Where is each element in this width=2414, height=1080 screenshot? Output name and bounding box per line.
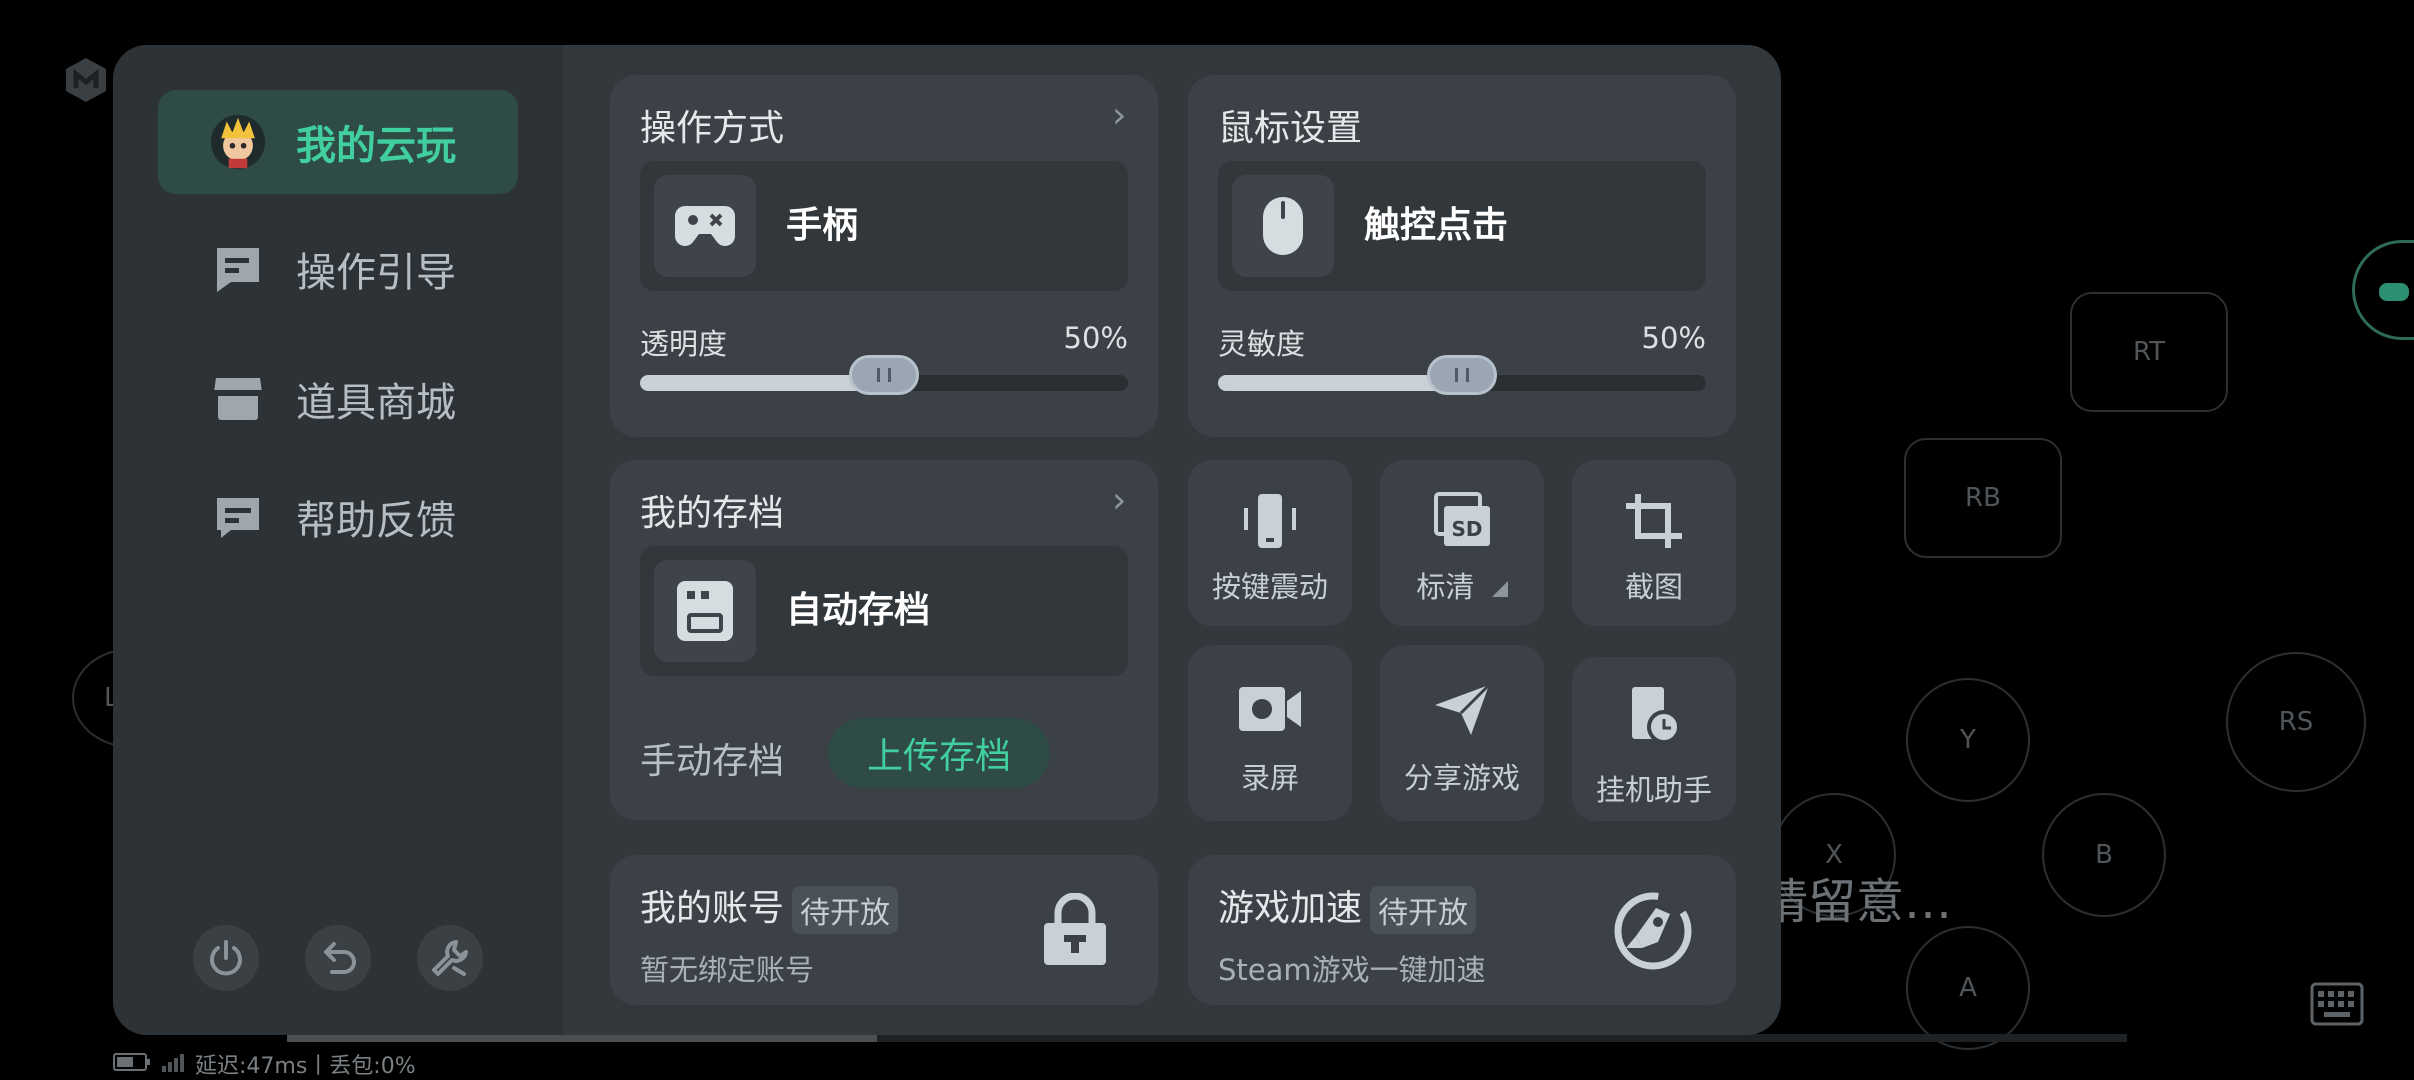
undo-icon[interactable]: [305, 925, 371, 991]
upload-save-button[interactable]: 上传存档: [828, 718, 1050, 788]
floating-gamepad-icon[interactable]: [2352, 240, 2414, 340]
idle-assistant-tile[interactable]: 挂机助手: [1572, 657, 1736, 821]
share-send-icon: [1433, 683, 1491, 737]
boost-title-row: 游戏加速 待开放: [1218, 879, 1477, 934]
tile-label: 标清: [1380, 564, 1544, 606]
tile-label: 录屏: [1240, 761, 1299, 795]
svg-text:SD: SD: [1451, 517, 1482, 541]
slider-fill: [640, 375, 884, 391]
auto-save-item[interactable]: 自动存档: [640, 546, 1128, 676]
progress-bar: [287, 1034, 2127, 1042]
gamepad-icon: [654, 175, 756, 277]
control-method-card: 操作方式 › 手柄 透明度 50%: [610, 75, 1158, 437]
gamepad-rb-button[interactable]: RB: [1904, 438, 2062, 558]
screen-record-tile[interactable]: 录屏: [1188, 645, 1352, 821]
coming-soon-badge: 待开放: [1370, 886, 1477, 934]
crop-icon: [1624, 492, 1684, 550]
slider-fill: [1218, 375, 1462, 391]
idle-assistant-icon: [1626, 685, 1682, 745]
keyboard-icon[interactable]: [2310, 982, 2364, 1026]
dropdown-corner-icon: [1491, 581, 1508, 597]
gamepad-rt-button[interactable]: RT: [2070, 292, 2228, 412]
mouse-mode-selector[interactable]: 触控点击: [1218, 161, 1706, 291]
save-disk-icon: [654, 560, 756, 662]
sidebar-item-label: 我的云玩: [296, 123, 456, 169]
quality-sd-tile[interactable]: SD 标清: [1380, 460, 1544, 626]
gamepad-a-button[interactable]: A: [1906, 926, 2030, 1050]
app-logo-icon: [62, 56, 110, 104]
lock-icon: [1040, 892, 1110, 971]
coming-soon-badge: 待开放: [792, 886, 899, 934]
store-icon: [210, 371, 266, 427]
sd-quality-icon: SD: [1432, 492, 1492, 550]
sidebar: 我的云玩 操作引导 道具商城 帮助反馈: [113, 45, 563, 1035]
account-title-row: 我的账号 待开放: [640, 879, 899, 934]
boost-subtitle: Steam游戏一键加速: [1218, 953, 1486, 987]
chevron-right-icon[interactable]: ›: [1112, 95, 1126, 136]
mouse-settings-card: 鼠标设置 触控点击 灵敏度 50%: [1188, 75, 1736, 437]
mouse-mode-label: 触控点击: [1364, 205, 1509, 246]
settings-wrench-icon[interactable]: [417, 925, 483, 991]
quality-label: 标清: [1416, 570, 1475, 604]
sidebar-item-feedback[interactable]: 帮助反馈: [158, 465, 518, 569]
gamepad-rs-button[interactable]: RS: [2226, 652, 2366, 792]
sensitivity-slider[interactable]: [1218, 355, 1706, 395]
tile-label: 分享游戏: [1403, 761, 1520, 795]
sidebar-item-label: 帮助反馈: [296, 498, 456, 544]
auto-save-label: 自动存档: [786, 590, 931, 631]
gamepad-b-button[interactable]: B: [2042, 793, 2166, 917]
game-boost-card[interactable]: 游戏加速 待开放 Steam游戏一键加速: [1188, 855, 1736, 1005]
slider-thumb[interactable]: [849, 355, 919, 395]
control-mode-selector[interactable]: 手柄: [640, 161, 1128, 291]
latency-text: 延迟:47ms丨丢包:0%: [195, 1054, 416, 1079]
rocket-icon: [1612, 890, 1694, 976]
feedback-icon: [210, 489, 266, 545]
key-vibration-tile[interactable]: 按键震动: [1188, 460, 1352, 626]
account-subtitle: 暂无绑定账号: [640, 953, 815, 987]
notice-text: 请留意…: [1760, 874, 1953, 930]
opacity-label: 透明度: [640, 327, 728, 361]
sensitivity-label: 灵敏度: [1218, 327, 1306, 361]
sidebar-item-label: 操作引导: [296, 250, 456, 296]
sidebar-item-label: 道具商城: [296, 380, 456, 426]
guide-icon: [210, 241, 266, 297]
gamepad-y-button[interactable]: Y: [1906, 678, 2030, 802]
card-title: 鼠标设置: [1218, 108, 1363, 149]
cloud-play-panel: 我的云玩 操作引导 道具商城 帮助反馈 操作方式 › 手柄 透明度 50% 鼠标…: [113, 45, 1781, 1035]
share-game-tile[interactable]: 分享游戏: [1380, 645, 1544, 821]
video-record-icon: [1237, 685, 1303, 733]
tile-label: 挂机助手: [1595, 773, 1712, 807]
sidebar-item-guide[interactable]: 操作引导: [158, 217, 518, 321]
signal-icon: [161, 1052, 185, 1076]
battery-icon: [113, 1052, 151, 1076]
manual-save-label: 手动存档: [640, 741, 785, 782]
card-title: 我的存档: [640, 493, 785, 534]
control-mode-label: 手柄: [786, 205, 859, 246]
screenshot-tile[interactable]: 截图: [1572, 460, 1736, 626]
phone-vibrate-icon: [1238, 492, 1302, 550]
save-card: 我的存档 › 自动存档 手动存档 上传存档: [610, 460, 1158, 820]
boost-title: 游戏加速: [1218, 888, 1363, 929]
account-card[interactable]: 我的账号 待开放 暂无绑定账号: [610, 855, 1158, 1005]
opacity-value: 50%: [1063, 321, 1128, 355]
slider-thumb[interactable]: [1427, 355, 1497, 395]
chevron-right-icon[interactable]: ›: [1112, 480, 1126, 521]
power-icon[interactable]: [193, 925, 259, 991]
tile-label: 截图: [1624, 570, 1683, 604]
account-title: 我的账号: [640, 888, 785, 929]
sidebar-item-my-cloud-play[interactable]: 我的云玩: [158, 90, 518, 194]
mouse-icon: [1232, 175, 1334, 277]
avatar: [210, 114, 266, 170]
card-title: 操作方式: [640, 108, 785, 149]
status-bar: 延迟:47ms丨丢包:0%: [113, 1050, 416, 1079]
sidebar-item-store[interactable]: 道具商城: [158, 347, 518, 451]
opacity-slider[interactable]: [640, 355, 1128, 395]
tile-label: 按键震动: [1211, 570, 1328, 604]
sensitivity-value: 50%: [1641, 321, 1706, 355]
